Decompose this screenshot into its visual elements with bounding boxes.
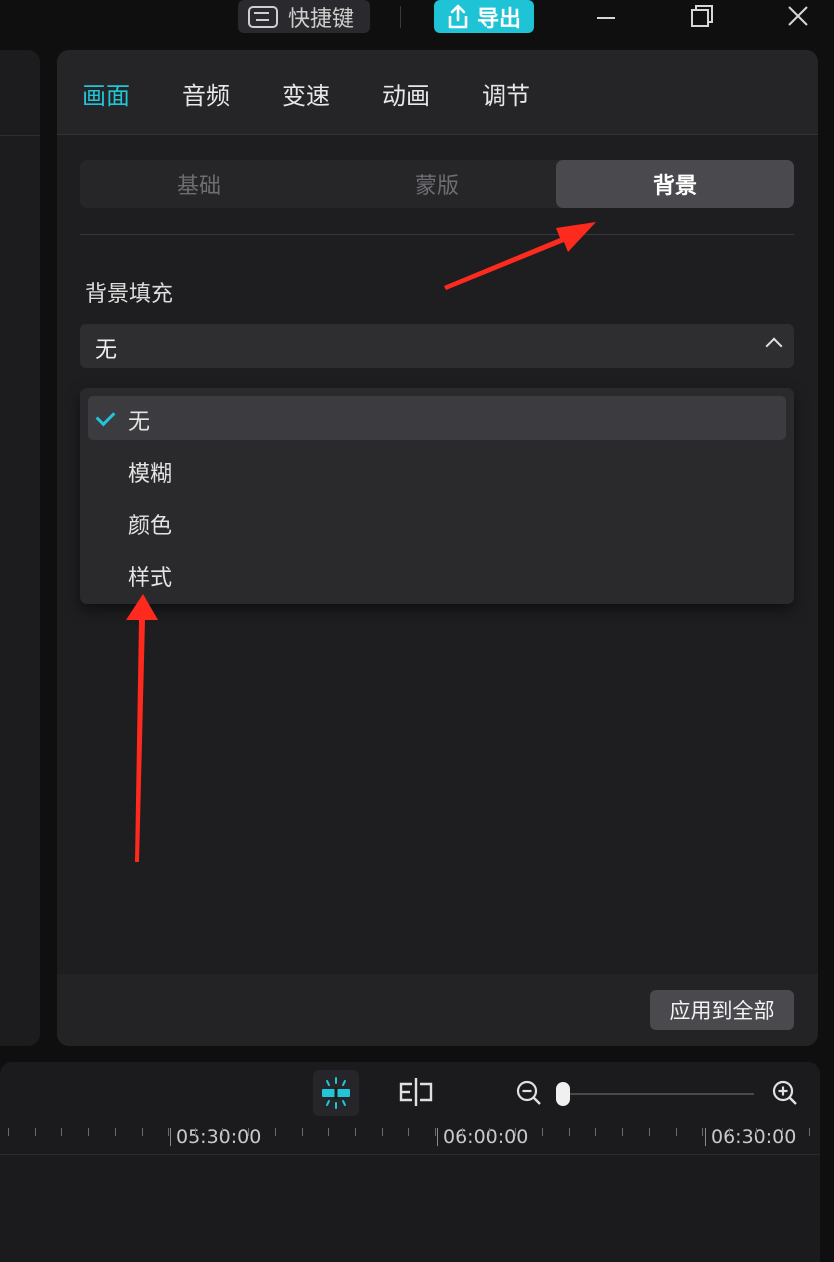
ruler-tick	[756, 1128, 757, 1136]
option-label: 无	[128, 410, 151, 435]
ruler-major-tick	[705, 1128, 706, 1146]
background-fill-label: 背景填充	[85, 282, 174, 307]
background-fill-value: 无	[95, 338, 118, 363]
subtab-background[interactable]: 背景	[556, 160, 794, 208]
panel-footer: 应用到全部	[57, 974, 818, 1046]
toolbar-divider	[400, 6, 401, 28]
ruler-tick	[569, 1128, 570, 1136]
left-panel-divider	[0, 135, 40, 136]
close-icon	[788, 6, 808, 26]
option-style[interactable]: 样式	[88, 552, 786, 596]
left-panel	[0, 50, 40, 1046]
option-color[interactable]: 颜色	[88, 500, 786, 544]
apply-to-all-button[interactable]: 应用到全部	[650, 990, 794, 1030]
property-panel: 画面 音频 变速 动画 调节 基础 蒙版 背景 背景填充 无 无 模糊 颜色 样…	[57, 50, 818, 1046]
tab-picture[interactable]: 画面	[82, 76, 130, 111]
option-label: 模糊	[128, 462, 173, 487]
ruler-tick	[328, 1128, 329, 1136]
option-label: 样式	[128, 566, 173, 591]
restore-button[interactable]	[682, 0, 722, 32]
restore-icon	[691, 5, 713, 27]
ruler-tick	[809, 1128, 810, 1136]
ruler-tick	[195, 1128, 196, 1136]
subtab-basic[interactable]: 基础	[80, 160, 318, 208]
ruler-tick	[275, 1128, 276, 1136]
shortcut-button[interactable]: 快捷键	[238, 0, 370, 33]
ruler-tick	[649, 1128, 650, 1136]
background-fill-dropdown: 无 模糊 颜色 样式	[80, 388, 794, 604]
snap-button[interactable]	[313, 1070, 359, 1116]
tab-adjust[interactable]: 调节	[482, 76, 530, 111]
ruler-tick	[382, 1128, 383, 1136]
split-icon[interactable]	[398, 1078, 434, 1106]
close-button[interactable]	[778, 0, 818, 32]
ruler-tick	[595, 1128, 596, 1136]
option-label: 颜色	[128, 514, 173, 539]
ruler-tick	[115, 1128, 116, 1136]
shortcut-label: 快捷键	[288, 6, 355, 32]
ruler-tick	[142, 1128, 143, 1136]
ruler-tick	[489, 1128, 490, 1136]
ruler-tick	[729, 1128, 730, 1136]
ruler-tick	[782, 1128, 783, 1136]
check-icon	[95, 406, 116, 427]
tab-audio[interactable]: 音频	[182, 76, 230, 111]
subtab-segmented-control: 基础 蒙版 背景	[80, 160, 794, 208]
minimize-icon	[597, 17, 615, 19]
background-fill-select[interactable]: 无	[80, 324, 794, 368]
tab-speed[interactable]: 变速	[282, 76, 330, 111]
zoom-slider-handle[interactable]	[556, 1082, 570, 1106]
tab-bar: 画面 音频 变速 动画 调节	[57, 50, 818, 135]
ruler-tick	[622, 1128, 623, 1136]
ruler-tick	[8, 1128, 9, 1136]
ruler-tick	[222, 1128, 223, 1136]
export-label: 导出	[476, 6, 521, 32]
ruler-tick	[408, 1128, 409, 1136]
ruler-tick	[355, 1128, 356, 1136]
option-blur[interactable]: 模糊	[88, 448, 786, 492]
ruler-tick	[302, 1128, 303, 1136]
section-divider	[80, 234, 794, 235]
ruler-tick	[676, 1128, 677, 1136]
snap-icon	[322, 1077, 350, 1109]
ruler-major-tick	[437, 1128, 438, 1146]
ruler-tick	[88, 1128, 89, 1136]
ruler-tick	[248, 1128, 249, 1136]
ruler-tick	[462, 1128, 463, 1136]
chevron-up-icon	[765, 337, 783, 355]
subtab-mask[interactable]: 蒙版	[318, 160, 556, 208]
timeline: 05:30:00 06:00:00 06:30:00	[0, 1062, 820, 1262]
ruler-label: 06:30:00	[711, 1126, 797, 1148]
timeline-toolbar	[0, 1062, 820, 1124]
ruler-major-tick	[170, 1128, 171, 1146]
export-icon	[448, 4, 468, 28]
ruler-tick	[168, 1128, 169, 1136]
ruler-tick	[515, 1128, 516, 1136]
ruler-tick	[702, 1128, 703, 1136]
zoom-slider-track[interactable]	[562, 1093, 754, 1095]
zoom-in-icon[interactable]	[772, 1080, 798, 1106]
option-none[interactable]: 无	[88, 396, 786, 440]
ruler-tick	[435, 1128, 436, 1136]
export-button[interactable]: 导出	[434, 0, 534, 33]
timeline-ruler[interactable]: 05:30:00 06:00:00 06:30:00	[0, 1124, 820, 1155]
keyboard-icon	[248, 5, 278, 28]
ruler-tick	[35, 1128, 36, 1136]
zoom-out-icon[interactable]	[516, 1080, 542, 1106]
tab-animation[interactable]: 动画	[382, 76, 430, 111]
ruler-tick	[61, 1128, 62, 1136]
minimize-button[interactable]	[586, 0, 626, 32]
ruler-tick	[542, 1128, 543, 1136]
